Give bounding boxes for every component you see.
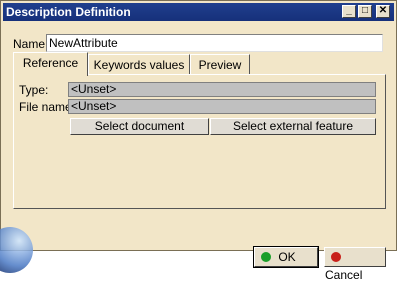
cancel-label: Cancel bbox=[325, 268, 363, 282]
type-field: <Unset> bbox=[68, 82, 376, 97]
tab-reference[interactable]: Reference bbox=[13, 52, 88, 76]
name-input[interactable] bbox=[46, 34, 383, 52]
cancel-button[interactable]: Cancel bbox=[324, 247, 386, 282]
type-label: Type: bbox=[19, 83, 49, 97]
globe-logo-icon bbox=[0, 227, 33, 273]
ok-label: OK bbox=[278, 250, 296, 264]
tab-preview[interactable]: Preview bbox=[190, 54, 250, 75]
ok-icon bbox=[261, 252, 271, 262]
dialog-window: Description Definition _ □ ✕ Name: Refer… bbox=[0, 0, 397, 282]
dialog-title: Description Definition bbox=[6, 5, 131, 19]
ok-button[interactable]: OK bbox=[253, 246, 319, 268]
tab-keywords-values[interactable]: Keywords values bbox=[88, 54, 190, 75]
maximize-button[interactable]: □ bbox=[358, 5, 372, 18]
minimize-button[interactable]: _ bbox=[342, 5, 356, 18]
name-label: Name: bbox=[13, 37, 49, 51]
select-document-button[interactable]: Select document bbox=[70, 118, 209, 135]
close-button[interactable]: ✕ bbox=[376, 5, 390, 18]
select-external-feature-button[interactable]: Select external feature bbox=[210, 118, 376, 135]
cancel-icon bbox=[331, 252, 341, 262]
file-name-field: <Unset> bbox=[68, 99, 376, 114]
file-name-label: File name: bbox=[19, 100, 76, 114]
title-bar[interactable]: Description Definition _ □ ✕ bbox=[3, 3, 394, 21]
